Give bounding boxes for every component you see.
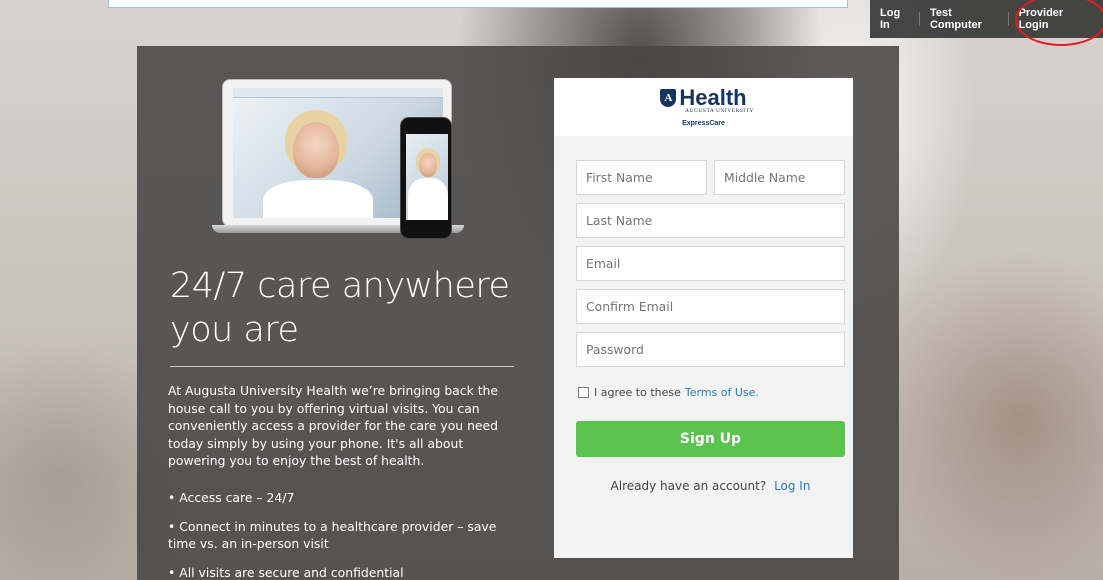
doctor-face-image bbox=[293, 122, 339, 178]
logo-wordmark: Health bbox=[679, 85, 747, 110]
sign-up-button[interactable]: Sign Up bbox=[576, 421, 845, 457]
hero-panel: 24/7 care anywhere you are At Augusta Un… bbox=[137, 46, 899, 580]
nav-login-link[interactable]: Log In bbox=[870, 7, 919, 31]
terms-of-use-link[interactable]: Terms of Use. bbox=[685, 386, 759, 399]
signup-form: I agree to these Terms of Use. Sign Up A… bbox=[576, 160, 845, 493]
login-prompt: Already have an account? Log In bbox=[576, 479, 845, 493]
benefit-list: • Access care – 24/7 • Connect in minute… bbox=[168, 489, 513, 580]
login-link[interactable]: Log In bbox=[774, 479, 810, 493]
nav-test-computer-link[interactable]: Test Computer bbox=[920, 7, 1008, 31]
confirm-email-field[interactable] bbox=[576, 289, 845, 324]
brand-logo: A Health AUGUSTA UNIVERSITY ExpressCare bbox=[554, 78, 853, 136]
first-name-field[interactable] bbox=[576, 160, 707, 195]
headline-divider bbox=[170, 366, 514, 367]
terms-label: I agree to these bbox=[594, 386, 681, 399]
benefit-item: • Access care – 24/7 bbox=[168, 490, 295, 505]
last-name-field[interactable] bbox=[576, 203, 845, 238]
phone-image bbox=[400, 117, 452, 239]
benefit-item: • Connect in minutes to a healthcare pro… bbox=[168, 518, 497, 552]
logo-subtitle: AUGUSTA UNIVERSITY bbox=[685, 108, 754, 114]
shield-icon: A bbox=[660, 89, 677, 107]
terms-checkbox[interactable] bbox=[578, 387, 589, 398]
password-field[interactable] bbox=[576, 332, 845, 367]
top-browser-strip bbox=[108, 0, 848, 8]
device-illustration bbox=[212, 79, 472, 239]
hero-headline: 24/7 care anywhere you are bbox=[170, 266, 510, 350]
terms-row: I agree to these Terms of Use. bbox=[578, 386, 845, 399]
login-prompt-text: Already have an account? bbox=[610, 479, 767, 493]
email-field[interactable] bbox=[576, 246, 845, 281]
signup-card: A Health AUGUSTA UNIVERSITY ExpressCare … bbox=[554, 78, 853, 558]
benefit-item: • All visits are secure and confidential bbox=[168, 564, 404, 580]
middle-name-field[interactable] bbox=[714, 160, 845, 195]
hero-intro-text: At Augusta University Health we’re bring… bbox=[168, 383, 499, 468]
logo-product-name: ExpressCare bbox=[682, 120, 725, 127]
